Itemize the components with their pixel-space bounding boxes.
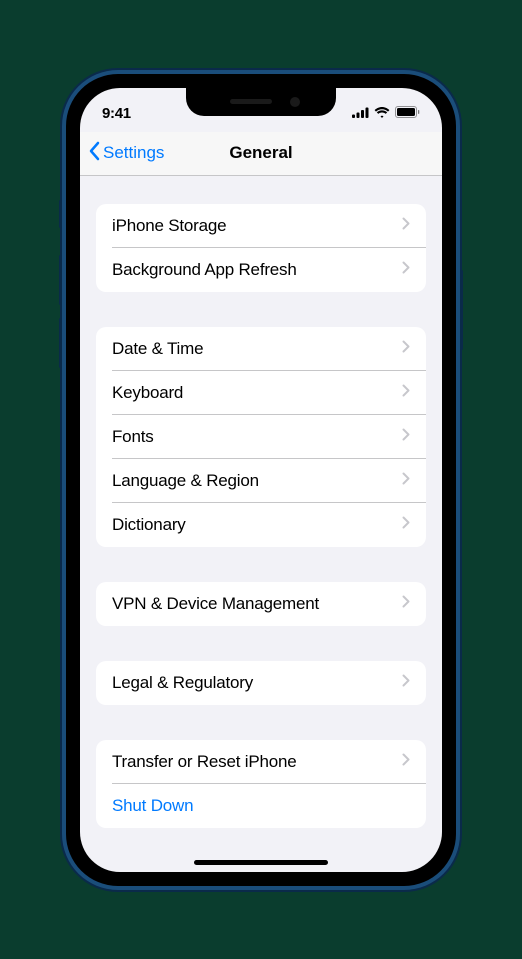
settings-group: Legal & Regulatory [96,661,426,705]
settings-row-keyboard[interactable]: Keyboard [96,371,426,415]
chevron-right-icon [402,595,410,613]
cellular-signal-icon [352,105,369,123]
chevron-right-icon [402,753,410,771]
battery-icon [395,105,420,123]
chevron-right-icon [402,261,410,279]
chevron-right-icon [402,428,410,446]
settings-group: VPN & Device Management [96,582,426,626]
back-label: Settings [103,143,164,163]
row-label: VPN & Device Management [112,594,319,614]
settings-group: iPhone Storage Background App Refresh [96,204,426,292]
row-label: Language & Region [112,471,259,491]
settings-row-fonts[interactable]: Fonts [96,415,426,459]
settings-row-vpn-device-management[interactable]: VPN & Device Management [96,582,426,626]
chevron-right-icon [402,472,410,490]
settings-row-iphone-storage[interactable]: iPhone Storage [96,204,426,248]
settings-group: Transfer or Reset iPhone Shut Down [96,740,426,828]
row-label: Dictionary [112,515,186,535]
row-label: Fonts [112,427,154,447]
back-button[interactable]: Settings [88,141,164,166]
chevron-right-icon [402,217,410,235]
row-label: Background App Refresh [112,260,297,280]
chevron-right-icon [402,384,410,402]
settings-group: Date & Time Keyboard Fonts Language & Regio… [96,327,426,547]
screen: 9:41 Set [80,88,442,872]
settings-row-shut-down[interactable]: Shut Down [96,784,426,828]
settings-row-dictionary[interactable]: Dictionary [96,503,426,547]
settings-list[interactable]: iPhone Storage Background App Refresh Date… [80,176,442,844]
chevron-right-icon [402,674,410,692]
row-label: Date & Time [112,339,203,359]
chevron-right-icon [402,340,410,358]
volume-up-button [59,255,62,305]
row-label: Shut Down [112,796,193,816]
wifi-icon [374,105,390,123]
row-label: Keyboard [112,383,183,403]
power-button [460,270,463,350]
volume-down-button [59,318,62,368]
phone-frame: 9:41 Set [62,70,460,890]
nav-bar: Settings General [80,132,442,176]
row-label: Legal & Regulatory [112,673,253,693]
row-label: iPhone Storage [112,216,226,236]
page-title: General [229,143,292,163]
home-indicator[interactable] [194,860,328,865]
notch [186,88,336,116]
settings-row-transfer-or-reset-iphone[interactable]: Transfer or Reset iPhone [96,740,426,784]
settings-row-language-region[interactable]: Language & Region [96,459,426,503]
mute-switch [59,200,62,228]
chevron-left-icon [88,141,100,166]
chevron-right-icon [402,516,410,534]
row-label: Transfer or Reset iPhone [112,752,297,772]
status-time: 9:41 [102,105,131,122]
settings-row-date-time[interactable]: Date & Time [96,327,426,371]
settings-row-legal-regulatory[interactable]: Legal & Regulatory [96,661,426,705]
settings-row-background-app-refresh[interactable]: Background App Refresh [96,248,426,292]
